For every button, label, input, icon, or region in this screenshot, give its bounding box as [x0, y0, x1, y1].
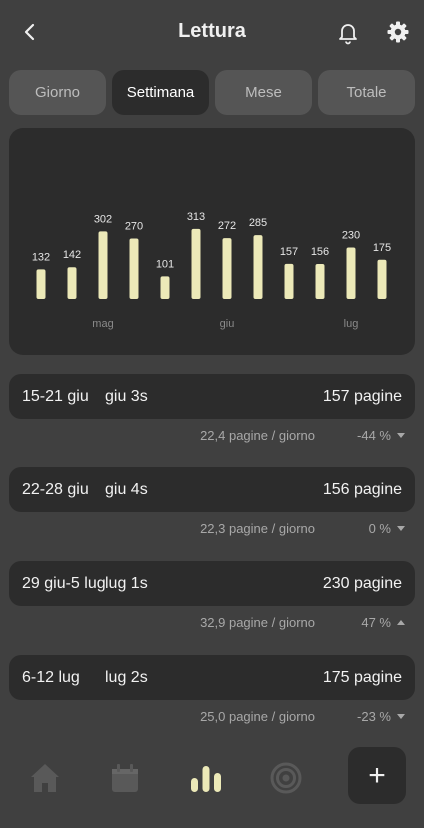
caret-down-icon[interactable]: [397, 433, 405, 439]
bar-chart: 132 142 302 270 101 313 272 285 157 156 230 175 mag g…: [32, 211, 391, 330]
home-icon[interactable]: [25, 758, 65, 798]
bar-value-label: 142: [63, 249, 81, 261]
week-pages: 175 pagine: [322, 669, 402, 686]
chart-bar[interactable]: [129, 238, 139, 299]
pages-per-day: 22,4 pagine / giorno: [200, 428, 315, 443]
week-card[interactable]: 22-28 giu giu 4s 156 pagine: [9, 467, 415, 512]
week-range: 6-12 lug: [22, 669, 80, 686]
target-icon[interactable]: [266, 758, 306, 798]
weekly-pages-chart: 132 142 302 270 101 313 272 285 157 156 230 175 mag g…: [9, 128, 415, 355]
month-label: giu: [220, 318, 235, 330]
chart-bar[interactable]: [160, 276, 170, 299]
bar-value-label: 302: [94, 213, 112, 225]
week-pages: 157 pagine: [322, 388, 402, 405]
month-label: lug: [344, 318, 359, 330]
tab-mese[interactable]: Mese: [215, 70, 312, 115]
caret-down-icon[interactable]: [397, 526, 405, 532]
tab-totale[interactable]: Totale: [318, 70, 415, 115]
add-reading-button[interactable]: +: [348, 747, 406, 804]
bar-value-label: 285: [249, 217, 267, 229]
chevron-left-icon[interactable]: [16, 18, 44, 46]
week-code: lug 2s: [105, 669, 148, 686]
week-row: 15-21 giu giu 3s 157 pagine 22,4 pagine …: [9, 374, 415, 449]
bar-value-label: 157: [280, 246, 298, 258]
chart-bar[interactable]: [98, 231, 108, 299]
bar-value-label: 230: [342, 229, 360, 241]
bar-value-label: 156: [311, 246, 329, 258]
change-percent: -23 %: [357, 709, 391, 724]
pages-per-day: 25,0 pagine / giorno: [200, 709, 315, 724]
week-range: 29 giu-5 lug: [22, 575, 106, 592]
pages-per-day: 32,9 pagine / giorno: [200, 615, 315, 630]
header: Lettura: [0, 0, 424, 64]
bar-value-label: 270: [125, 221, 143, 233]
week-pages: 156 pagine: [322, 481, 402, 498]
week-range: 22-28 giu: [22, 481, 89, 498]
week-code: giu 4s: [105, 481, 148, 498]
chart-bar[interactable]: [67, 267, 77, 299]
chart-bar[interactable]: [253, 235, 263, 299]
bell-icon[interactable]: [334, 18, 362, 46]
week-row: 6-12 lug lug 2s 175 pagine 25,0 pagine /…: [9, 655, 415, 730]
chart-bar[interactable]: [346, 247, 356, 299]
week-meta: 25,0 pagine / giorno -23 %: [9, 700, 415, 730]
calendar-icon[interactable]: [105, 758, 145, 798]
tab-giorno[interactable]: Giorno: [9, 70, 106, 115]
chart-bar[interactable]: [191, 228, 201, 299]
change-percent: 0 %: [368, 521, 391, 536]
pages-per-day: 22,3 pagine / giorno: [200, 521, 315, 536]
tab-settimana[interactable]: Settimana: [112, 70, 209, 115]
change-percent: -44 %: [357, 428, 391, 443]
chart-bar[interactable]: [222, 238, 232, 299]
gear-icon[interactable]: [384, 18, 412, 46]
bar-value-label: 132: [32, 251, 50, 263]
week-meta: 22,4 pagine / giorno -44 %: [9, 419, 415, 449]
month-label: mag: [92, 318, 113, 330]
week-card[interactable]: 15-21 giu giu 3s 157 pagine: [9, 374, 415, 419]
caret-up-icon[interactable]: [397, 620, 405, 626]
bar-value-label: 272: [218, 220, 236, 232]
caret-down-icon[interactable]: [397, 714, 405, 720]
period-tabs: Giorno Settimana Mese Totale: [9, 70, 415, 115]
plus-icon: +: [368, 758, 386, 792]
week-row: 22-28 giu giu 4s 156 pagine 22,3 pagine …: [9, 467, 415, 542]
week-range: 15-21 giu: [22, 388, 89, 405]
week-meta: 22,3 pagine / giorno 0 %: [9, 512, 415, 542]
week-card[interactable]: 6-12 lug lug 2s 175 pagine: [9, 655, 415, 700]
stats-icon[interactable]: [186, 758, 226, 798]
week-pages: 230 pagine: [322, 575, 402, 592]
bar-value-label: 313: [187, 211, 205, 223]
bar-value-label: 175: [373, 242, 391, 254]
chart-bar[interactable]: [377, 259, 387, 299]
chart-bar[interactable]: [315, 264, 325, 299]
change-percent: 47 %: [361, 615, 391, 630]
chart-bar[interactable]: [36, 269, 46, 299]
week-code: giu 3s: [105, 388, 148, 405]
bar-value-label: 101: [156, 258, 174, 270]
chart-bar[interactable]: [284, 263, 294, 299]
week-code: lug 1s: [105, 575, 148, 592]
week-row: 29 giu-5 lug lug 1s 230 pagine 32,9 pagi…: [9, 561, 415, 636]
week-meta: 32,9 pagine / giorno 47 %: [9, 606, 415, 636]
week-card[interactable]: 29 giu-5 lug lug 1s 230 pagine: [9, 561, 415, 606]
